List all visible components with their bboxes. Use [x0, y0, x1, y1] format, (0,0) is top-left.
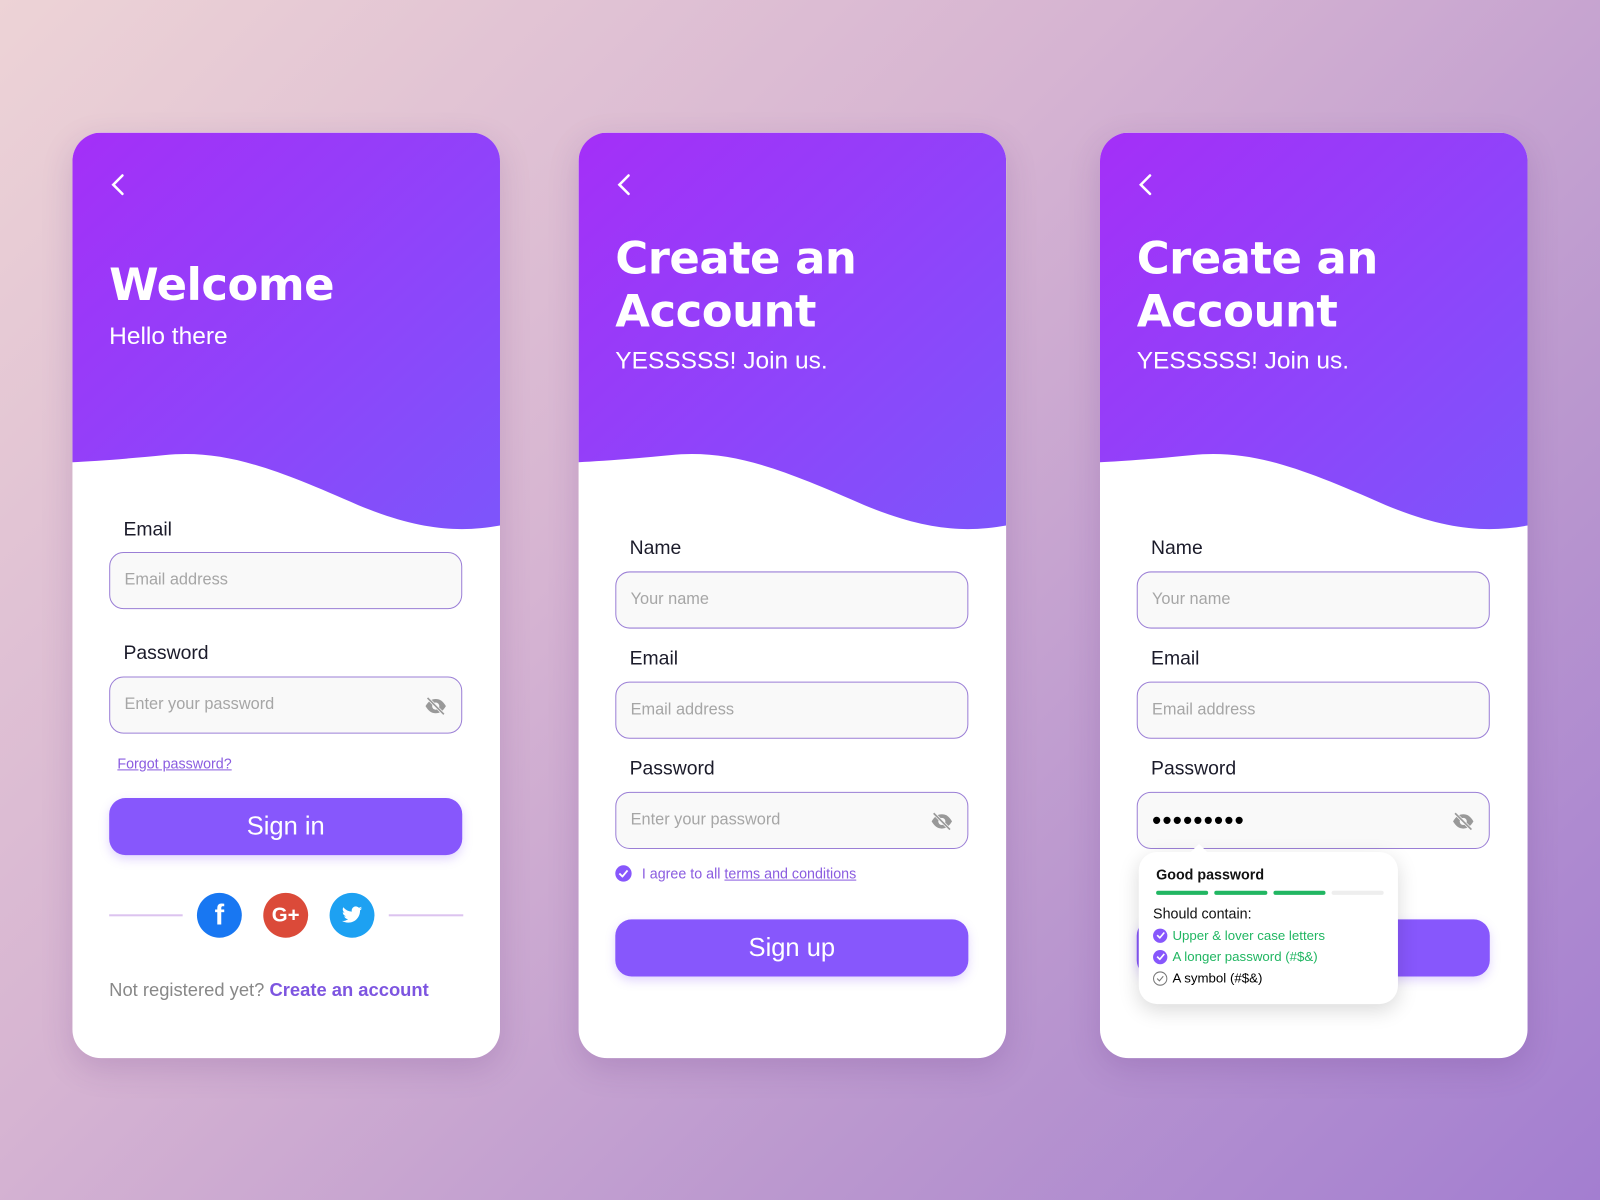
strength-bar [1214, 890, 1267, 895]
password-label: Password [629, 758, 715, 780]
password-label: Password [123, 642, 209, 665]
divider [109, 914, 183, 917]
strength-title: Good password [1156, 866, 1265, 883]
requirement-text: Upper & lover case letters [1172, 927, 1326, 943]
terms-checkbox[interactable] [615, 865, 632, 882]
strength-bar [1272, 890, 1326, 895]
name-placeholder: Your name [1152, 590, 1231, 609]
password-placeholder: Enter your password [630, 811, 781, 829]
title-line: Create an [1136, 232, 1379, 285]
back-chevron-icon[interactable] [1135, 171, 1159, 198]
requirement-item: A longer password (#$&) [1153, 949, 1384, 964]
page-title: Create an Account [1136, 232, 1379, 339]
back-chevron-icon[interactable] [613, 171, 637, 198]
signup-card: Create an Account YESSSSS! Join us. Name … [578, 132, 1007, 1059]
name-label: Name [1151, 537, 1203, 560]
requirement-item: A symbol (#$&) [1153, 970, 1384, 986]
name-input[interactable]: Your name [615, 571, 969, 629]
eye-off-icon[interactable] [424, 696, 446, 716]
password-value: ••••••••• [1152, 804, 1245, 836]
email-label: Email [1151, 647, 1200, 670]
terms-text: I agree to all [641, 865, 721, 882]
strength-meter [1156, 890, 1384, 895]
password-placeholder: Enter your password [124, 695, 275, 714]
should-contain-label: Should contain: [1153, 905, 1252, 922]
page-subtitle: YESSSSS! Join us. [1136, 346, 1350, 375]
requirement-text: A longer password (#$&) [1172, 948, 1318, 965]
email-placeholder: Email address [124, 571, 228, 589]
check-filled-icon [1153, 928, 1168, 943]
signin-card: Welcome Hello there Email Email address … [72, 132, 500, 1059]
page-title: Welcome [109, 259, 335, 312]
password-input[interactable]: Enter your password [109, 676, 463, 734]
password-strength-popover: Good password Should contain: Upper & lo… [1138, 843, 1398, 1005]
check-outline-icon [1153, 970, 1168, 986]
name-placeholder: Your name [630, 590, 709, 609]
eye-off-icon[interactable] [931, 811, 953, 831]
twitter-icon[interactable] [329, 892, 375, 938]
google-plus-icon[interactable]: G+ [263, 892, 309, 938]
forgot-password-link[interactable]: Forgot password? [117, 755, 231, 771]
page-subtitle: Hello there [109, 322, 228, 350]
title-line: Create an [615, 232, 857, 285]
create-account-link[interactable]: Create an account [269, 980, 428, 1000]
strength-bar [1331, 890, 1384, 895]
name-input[interactable]: Your name [1136, 571, 1490, 629]
sign-up-button[interactable]: Sign up [615, 919, 969, 977]
email-input[interactable]: Email address [109, 552, 463, 610]
facebook-icon[interactable]: f [196, 892, 242, 938]
divider [388, 914, 464, 917]
register-prompt: Not registered yet? Create an account [109, 980, 429, 1001]
eye-off-icon[interactable] [1452, 811, 1474, 831]
email-placeholder: Email address [1152, 701, 1256, 719]
strength-bar [1156, 890, 1209, 895]
title-line: Account [1136, 285, 1338, 338]
check-filled-icon [1153, 949, 1168, 964]
page-subtitle: YESSSSS! Join us. [615, 346, 828, 375]
email-label: Email [123, 519, 172, 541]
email-placeholder: Email address [630, 701, 735, 719]
signup-filled-card: Create an Account YESSSSS! Join us. Name … [1099, 132, 1528, 1059]
sign-in-button[interactable]: Sign in [109, 797, 463, 856]
email-label: Email [629, 647, 679, 670]
password-label: Password [1151, 758, 1237, 780]
back-chevron-icon[interactable] [107, 171, 131, 198]
register-text: Not registered yet? [109, 979, 265, 1000]
requirement-item: Upper & lover case letters [1153, 928, 1384, 943]
name-label: Name [629, 537, 682, 560]
terms-link[interactable]: terms and conditions [724, 865, 856, 881]
password-input[interactable]: Enter your password [615, 791, 969, 849]
page-title: Create an Account [615, 232, 857, 339]
email-input[interactable]: Email address [1136, 681, 1490, 739]
title-line: Account [615, 285, 816, 338]
requirement-text: A symbol (#$&) [1172, 970, 1263, 986]
email-input[interactable]: Email address [615, 681, 969, 739]
terms-row: I agree to all terms and conditions [615, 865, 856, 882]
password-input[interactable]: ••••••••• [1136, 791, 1490, 849]
